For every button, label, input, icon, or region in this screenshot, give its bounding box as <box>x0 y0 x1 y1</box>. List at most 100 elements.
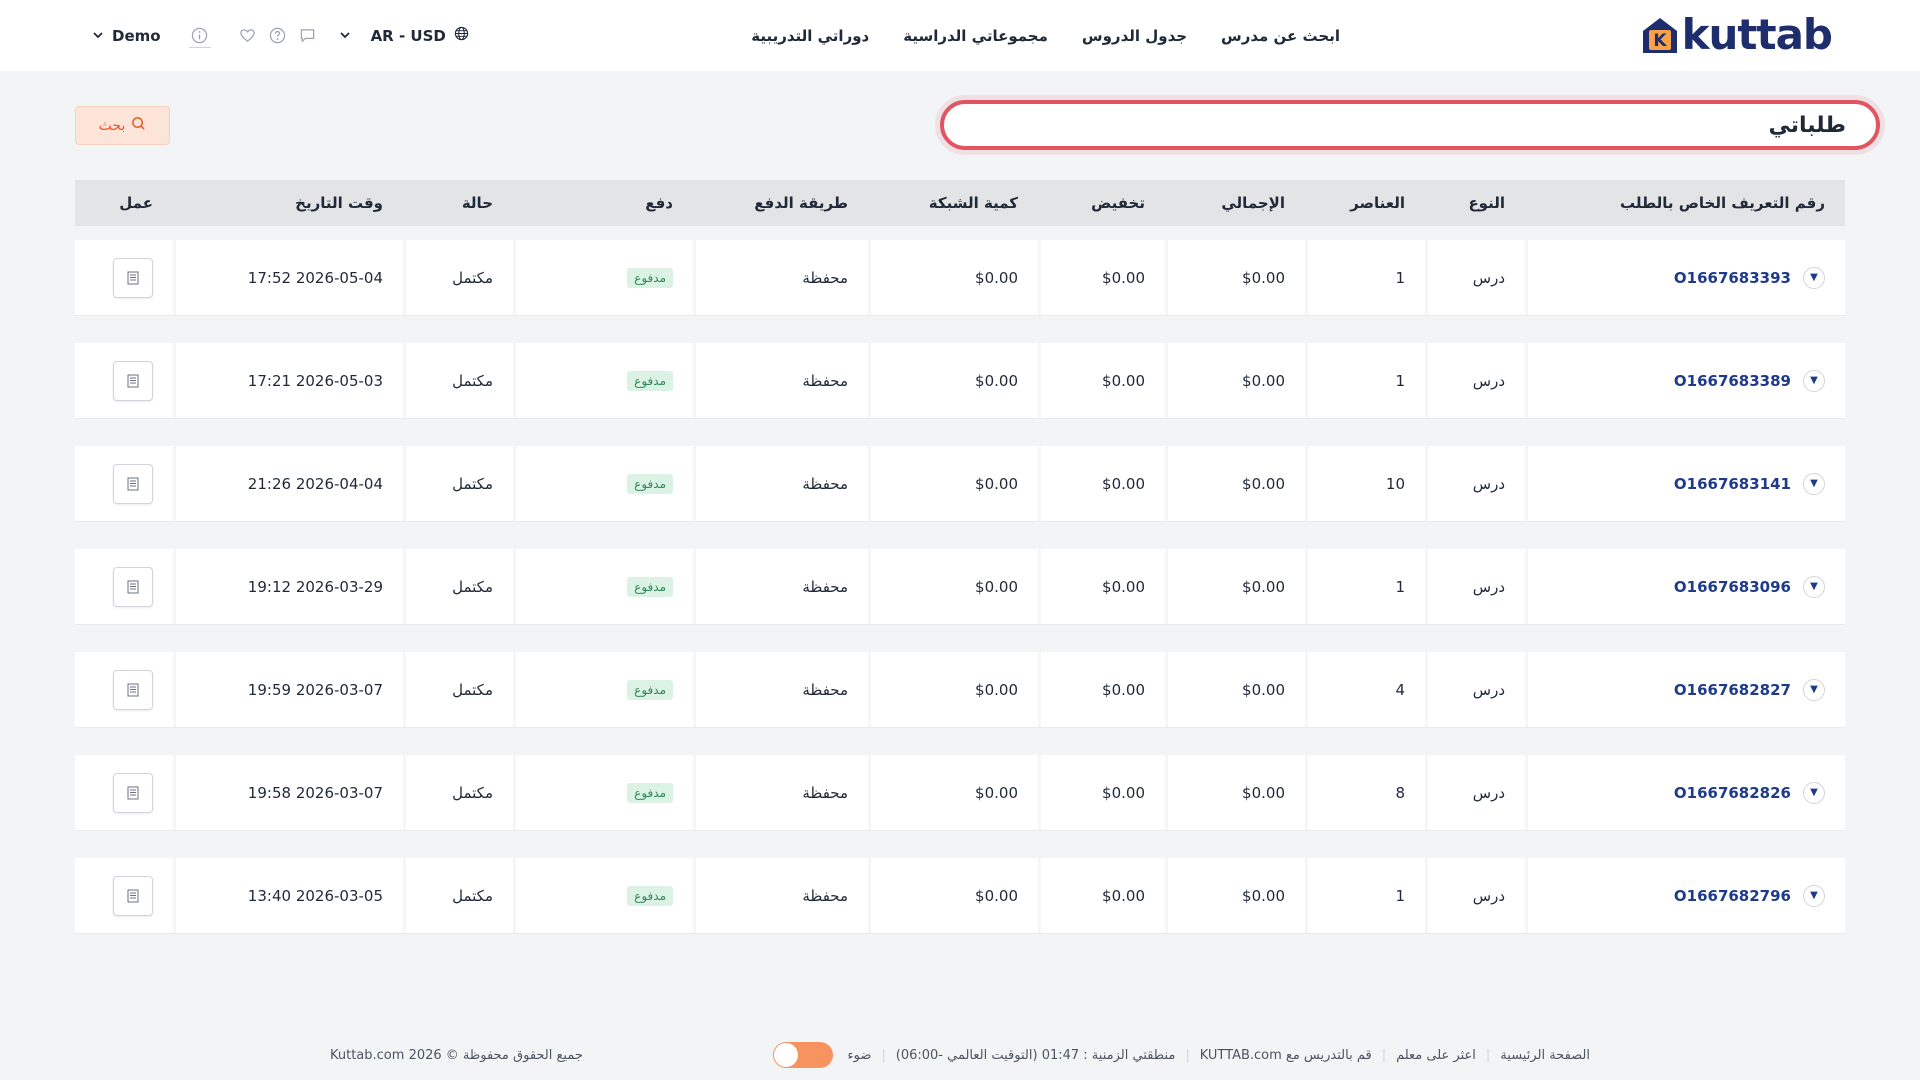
info-button[interactable] <box>188 24 211 48</box>
items-cell: 8 <box>1305 755 1425 830</box>
net-amount-cell: $0.00 <box>868 858 1038 933</box>
items-cell: 1 <box>1305 549 1425 624</box>
total-cell: $0.00 <box>1165 858 1305 933</box>
datetime-cell: 2026-03-07 19:58 <box>173 755 403 830</box>
document-icon <box>127 786 139 799</box>
order-id-link[interactable]: O1667683389 <box>1674 372 1791 390</box>
order-id-link[interactable]: O1667683096 <box>1674 578 1791 596</box>
footer-link-home[interactable]: الصفحة الرئيسية <box>1500 1048 1590 1063</box>
discount-cell: $0.00 <box>1038 858 1165 933</box>
header-type[interactable]: النوع <box>1425 180 1525 226</box>
expand-toggle-icon[interactable]: ▼ <box>1803 472 1825 495</box>
footer-timezone[interactable]: منطقتي الزمنية : 01:47 (التوقيت العالمي … <box>896 1048 1176 1063</box>
footer-link-teach[interactable]: قم بالتدريس مع KUTTAB.com <box>1200 1048 1372 1063</box>
header-payment[interactable]: دفع <box>513 180 693 226</box>
header-net-amount[interactable]: كمية الشبكة <box>868 180 1038 226</box>
footer-divider: | <box>1185 1047 1190 1063</box>
datetime-cell: 2026-04-04 21:26 <box>173 446 403 521</box>
globe-icon <box>454 26 469 45</box>
footer-links: الصفحة الرئيسية | اعثر على معلم | قم بال… <box>773 1040 1590 1070</box>
datetime-cell: 2026-05-03 17:21 <box>173 343 403 418</box>
order-id-link[interactable]: O1667682796 <box>1674 887 1791 905</box>
net-amount-cell: $0.00 <box>868 240 1038 315</box>
search-input[interactable] <box>974 112 1846 138</box>
expand-toggle-icon[interactable]: ▼ <box>1803 575 1825 598</box>
footer-link-find-teacher[interactable]: اعثر على معلم <box>1396 1048 1476 1063</box>
footer-theme-label: ضوء <box>847 1047 872 1063</box>
order-id-link[interactable]: O1667683393 <box>1674 269 1791 287</box>
payment-method-cell: محفظة <box>693 858 868 933</box>
type-cell: درس <box>1425 755 1525 830</box>
action-cell <box>75 343 173 418</box>
invoice-button[interactable] <box>113 566 153 607</box>
logo-text: kuttab <box>1681 10 1833 59</box>
language-currency-selector[interactable]: AR - USD <box>339 26 469 45</box>
footer-divider: | <box>881 1047 886 1063</box>
search-icon <box>131 116 146 135</box>
action-cell <box>75 858 173 933</box>
header-datetime[interactable]: وقت التاريخ <box>173 180 403 226</box>
info-icon <box>191 26 209 44</box>
expand-toggle-icon[interactable]: ▼ <box>1803 781 1825 804</box>
search-button[interactable]: بحث <box>75 106 170 145</box>
action-cell <box>75 240 173 315</box>
header-discount[interactable]: تخفيض <box>1038 180 1165 226</box>
status-cell: مكتمل <box>403 858 513 933</box>
discount-cell: $0.00 <box>1038 652 1165 727</box>
nav-study-groups[interactable]: مجموعاتي الدراسية <box>903 27 1048 45</box>
table-row: ▼ O1667683096 درس 1 $0.00 $0.00 $0.00 محفظة مدفو… <box>75 549 1845 625</box>
header-items[interactable]: العناصر <box>1305 180 1425 226</box>
paid-badge: مدفوع <box>627 473 673 494</box>
expand-toggle-icon[interactable]: ▼ <box>1803 678 1825 701</box>
top-header: K kuttab ابحث عن مدرس جدول الدروس مجموعا… <box>0 0 1920 71</box>
paid-badge: مدفوع <box>627 679 673 700</box>
header-total[interactable]: الإجمالي <box>1165 180 1305 226</box>
payment-cell: مدفوع <box>513 343 693 418</box>
chat-icon[interactable] <box>299 27 317 45</box>
nav-my-courses[interactable]: دوراتي التدريبية <box>751 27 869 45</box>
total-cell: $0.00 <box>1165 652 1305 727</box>
copyright: جميع الحقوق محفوظة © 2026 Kuttab.com <box>330 1047 583 1063</box>
header-status[interactable]: حالة <box>403 180 513 226</box>
search-field[interactable] <box>940 100 1880 150</box>
invoice-button[interactable] <box>113 360 153 401</box>
invoice-button[interactable] <box>113 257 153 298</box>
invoice-button[interactable] <box>113 669 153 710</box>
heart-icon[interactable] <box>239 27 257 45</box>
search-button-label: بحث <box>98 117 126 134</box>
type-cell: درس <box>1425 446 1525 521</box>
user-menu[interactable]: Demo <box>92 27 161 45</box>
datetime-cell: 2026-03-05 13:40 <box>173 858 403 933</box>
header-order-id[interactable]: رقم التعريف الخاص بالطلب <box>1525 180 1845 226</box>
items-cell: 1 <box>1305 240 1425 315</box>
discount-cell: $0.00 <box>1038 549 1165 624</box>
order-id-cell: ▼ O1667683393 <box>1525 240 1845 315</box>
nav-find-teacher[interactable]: ابحث عن مدرس <box>1221 27 1340 45</box>
document-icon <box>127 580 139 593</box>
svg-text:K: K <box>1653 31 1667 51</box>
order-id-link[interactable]: O1667683141 <box>1674 475 1791 493</box>
expand-toggle-icon[interactable]: ▼ <box>1803 369 1825 392</box>
table-header: رقم التعريف الخاص بالطلب النوع العناصر ا… <box>75 180 1845 226</box>
header-icons <box>239 27 317 45</box>
help-icon[interactable] <box>269 27 287 45</box>
chevron-down-icon <box>339 27 351 45</box>
theme-toggle[interactable] <box>773 1042 834 1068</box>
expand-toggle-icon[interactable]: ▼ <box>1803 884 1825 907</box>
payment-method-cell: محفظة <box>693 755 868 830</box>
type-cell: درس <box>1425 549 1525 624</box>
document-icon <box>127 683 139 696</box>
header-payment-method[interactable]: طريقة الدفع <box>693 180 868 226</box>
total-cell: $0.00 <box>1165 343 1305 418</box>
invoice-button[interactable] <box>113 875 153 916</box>
order-id-cell: ▼ O1667682796 <box>1525 858 1845 933</box>
order-id-link[interactable]: O1667682827 <box>1674 681 1791 699</box>
order-id-link[interactable]: O1667682826 <box>1674 784 1791 802</box>
items-cell: 4 <box>1305 652 1425 727</box>
nav-lesson-schedule[interactable]: جدول الدروس <box>1082 27 1187 45</box>
expand-toggle-icon[interactable]: ▼ <box>1803 266 1825 289</box>
invoice-button[interactable] <box>113 772 153 813</box>
invoice-button[interactable] <box>113 463 153 504</box>
kuttab-logo[interactable]: K kuttab <box>1640 10 1833 59</box>
discount-cell: $0.00 <box>1038 343 1165 418</box>
